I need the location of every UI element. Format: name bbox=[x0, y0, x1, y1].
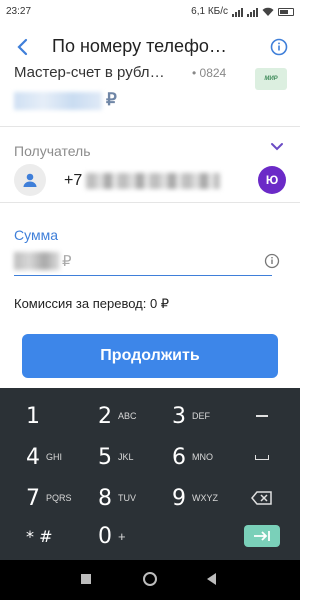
enter-key-bg bbox=[244, 525, 280, 547]
chevron-down-icon bbox=[271, 143, 283, 151]
card-thumbnail: МИР bbox=[255, 68, 287, 90]
info-circle-icon bbox=[270, 38, 288, 56]
bank-logo-text: Ю bbox=[265, 173, 279, 187]
key-1[interactable]: 1 bbox=[26, 398, 86, 434]
balance-currency: ₽ bbox=[106, 90, 117, 109]
wifi-icon bbox=[262, 7, 274, 16]
status-icons: 6,1 КБ/с bbox=[191, 6, 294, 17]
recipient-expand-button[interactable] bbox=[266, 138, 288, 156]
network-speed: 6,1 КБ/с bbox=[191, 6, 228, 17]
minus-icon bbox=[256, 415, 268, 417]
amount-underline bbox=[14, 275, 272, 276]
card-logo-text: МИР bbox=[264, 76, 278, 82]
backspace-icon bbox=[251, 491, 272, 505]
key-2[interactable]: 2 ABC bbox=[98, 398, 162, 434]
key-3[interactable]: 3 DEF bbox=[172, 398, 236, 434]
key-digit: 8 bbox=[98, 485, 112, 511]
signal-icon-2 bbox=[247, 7, 258, 17]
key-digit: 9 bbox=[172, 485, 186, 511]
key-letters: MNO bbox=[192, 452, 213, 462]
status-bar: 23:27 6,1 КБ/с bbox=[0, 0, 300, 24]
recents-icon[interactable] bbox=[81, 574, 91, 584]
key-digit: 5 bbox=[98, 444, 112, 470]
key-8[interactable]: 8 TUV bbox=[98, 480, 162, 516]
key-digit: * # bbox=[26, 526, 53, 546]
key-space[interactable] bbox=[242, 439, 282, 475]
home-icon[interactable] bbox=[143, 572, 157, 586]
info-button[interactable] bbox=[264, 32, 294, 62]
arrow-right-to-bar-icon bbox=[254, 531, 270, 541]
person-icon bbox=[23, 173, 37, 187]
key-4[interactable]: 4 GHI bbox=[26, 439, 86, 475]
battery-icon bbox=[278, 7, 294, 16]
phone-prefix: +7 bbox=[64, 172, 83, 189]
back-triangle-icon[interactable] bbox=[207, 573, 216, 585]
key-minus[interactable] bbox=[242, 398, 282, 434]
account-name: Мастер-счет в рубл… bbox=[14, 64, 165, 81]
divider bbox=[0, 126, 300, 127]
divider bbox=[0, 202, 300, 203]
key-digit: 3 bbox=[172, 403, 186, 429]
contact-avatar[interactable] bbox=[14, 164, 46, 196]
system-nav-bar bbox=[0, 560, 300, 600]
key-letters: ABC bbox=[118, 411, 137, 421]
key-digit: 4 bbox=[26, 444, 40, 470]
amount-input-blurred[interactable] bbox=[14, 252, 60, 270]
recipient-label: Получатель bbox=[14, 143, 91, 159]
arrow-left-icon bbox=[17, 38, 28, 56]
key-letters: PQRS bbox=[46, 493, 72, 503]
key-digit: 0 bbox=[98, 523, 112, 549]
key-digit: 7 bbox=[26, 485, 40, 511]
key-letters: WXYZ bbox=[192, 493, 218, 503]
key-letters: TUV bbox=[118, 493, 136, 503]
bank-logo-icon: Ю bbox=[258, 166, 286, 194]
account-digits: • 0824 bbox=[192, 66, 227, 80]
key-7[interactable]: 7 PQRS bbox=[26, 480, 86, 516]
key-letters: + bbox=[118, 528, 126, 544]
amount-label: Сумма bbox=[14, 227, 58, 243]
key-letters: GHI bbox=[46, 452, 63, 462]
signal-icon bbox=[232, 7, 243, 17]
space-icon bbox=[255, 454, 269, 460]
key-digit: 2 bbox=[98, 403, 112, 429]
key-5[interactable]: 5 JKL bbox=[98, 439, 162, 475]
account-selector[interactable]: Мастер-счет в рубл… • 0824 ₽ МИР bbox=[0, 62, 300, 124]
status-time: 23:27 bbox=[6, 6, 32, 17]
key-letters: DEF bbox=[192, 411, 210, 421]
key-digit: 1 bbox=[26, 403, 40, 429]
key-0[interactable]: 0 + bbox=[98, 518, 162, 554]
back-button[interactable] bbox=[6, 31, 38, 63]
phone-number-blurred[interactable] bbox=[86, 173, 220, 189]
amount-currency: ₽ bbox=[62, 253, 72, 270]
key-digit: 6 bbox=[172, 444, 186, 470]
key-9[interactable]: 9 WXYZ bbox=[172, 480, 236, 516]
numeric-keyboard: 1 2 ABC 3 DEF 4 GHI 5 JKL 6 MNO 7 PQRS 8 TUV 9W… bbox=[0, 388, 300, 560]
key-enter[interactable] bbox=[242, 518, 282, 554]
account-balance-blurred bbox=[14, 92, 102, 110]
key-star-hash[interactable]: * # bbox=[26, 518, 86, 554]
info-circle-icon bbox=[264, 253, 280, 269]
page-title: По номеру телефо… bbox=[52, 36, 227, 56]
commission-text: Комиссия за перевод: 0 ₽ bbox=[14, 296, 170, 311]
key-backspace[interactable] bbox=[242, 480, 282, 516]
key-letters: JKL bbox=[118, 452, 134, 462]
continue-button[interactable]: Продолжить bbox=[22, 334, 278, 378]
amount-info-button[interactable] bbox=[262, 251, 282, 271]
key-6[interactable]: 6 MNO bbox=[172, 439, 236, 475]
